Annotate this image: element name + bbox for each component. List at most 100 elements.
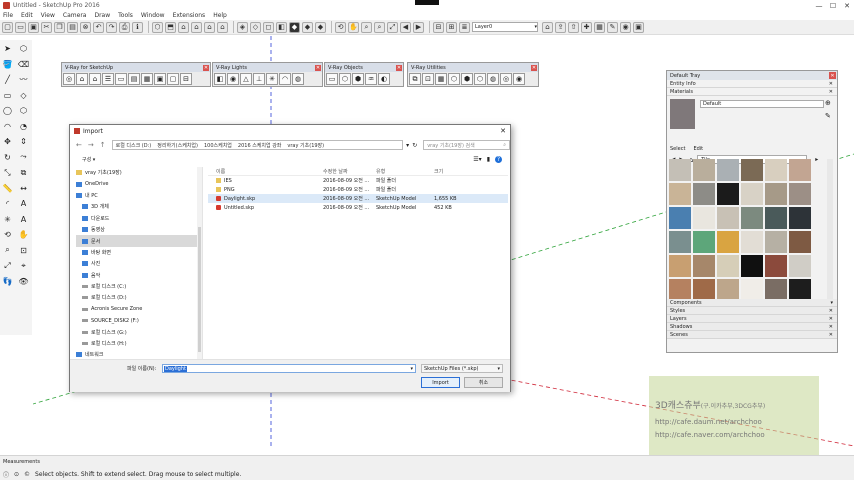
- tray-section-styles[interactable]: Styles ✕: [667, 307, 837, 315]
- zoom-window-tool-icon[interactable]: ⊡: [17, 244, 30, 257]
- nav-item[interactable]: Acronis Secure Zone: [76, 304, 202, 315]
- menu-tools[interactable]: Tools: [118, 12, 133, 19]
- follow-me-icon[interactable]: ⤳: [17, 151, 30, 164]
- paint-bucket-icon[interactable]: 🪣: [1, 58, 14, 71]
- tray-section-layers[interactable]: Layers ✕: [667, 315, 837, 323]
- shaded-textures-icon[interactable]: ◆: [302, 21, 313, 33]
- material-swatch-tile[interactable]: [789, 279, 811, 301]
- omni-light-icon[interactable]: ✳: [266, 73, 278, 85]
- chevron-down-icon[interactable]: ▾: [410, 366, 413, 372]
- erase-icon[interactable]: ⊗: [80, 21, 91, 33]
- layout-icon[interactable]: ▦: [594, 21, 605, 33]
- breadcrumb-item[interactable]: vray 기초(19장): [287, 142, 324, 149]
- utility-extra-icon[interactable]: ◉: [513, 73, 525, 85]
- eraser-icon[interactable]: ⌫: [17, 58, 30, 71]
- material-swatch[interactable]: [670, 99, 695, 129]
- menu-file[interactable]: File: [3, 12, 13, 19]
- column-type[interactable]: 유형: [376, 168, 434, 175]
- rotated-rectangle-icon[interactable]: ◇: [17, 89, 30, 102]
- close-icon[interactable]: ✕: [315, 64, 321, 71]
- nav-item-selected[interactable]: 문서: [76, 235, 202, 247]
- material-swatch-tile[interactable]: [765, 207, 787, 229]
- material-scrollbar[interactable]: [827, 159, 833, 299]
- nav-item[interactable]: 로컬 디스크 (D:): [76, 292, 202, 303]
- close-icon[interactable]: ✕: [829, 332, 833, 338]
- pan-tool-icon[interactable]: ✋: [17, 228, 30, 241]
- viewport-render-icon[interactable]: ⊡: [422, 73, 434, 85]
- vray-frame-buffer-icon[interactable]: ▭: [115, 73, 127, 85]
- credits-icon[interactable]: ©: [24, 471, 30, 478]
- material-swatch-tile[interactable]: [765, 279, 787, 301]
- material-swatch-tile[interactable]: [741, 183, 763, 205]
- monochrome-icon[interactable]: ◆: [315, 21, 326, 33]
- material-swatch-tile[interactable]: [717, 255, 739, 277]
- material-swatch-tile[interactable]: [669, 231, 691, 253]
- scrollbar-thumb[interactable]: [198, 227, 201, 352]
- material-swatch-tile[interactable]: [789, 183, 811, 205]
- vray-export-icon[interactable]: ▢: [167, 73, 179, 85]
- nav-item[interactable]: 로컬 디스크 (G:): [76, 326, 202, 337]
- column-size[interactable]: 크기: [434, 168, 474, 175]
- spot-light-icon[interactable]: △: [240, 73, 252, 85]
- new-icon[interactable]: ▢: [2, 21, 13, 33]
- close-icon[interactable]: ✕: [829, 316, 833, 322]
- polygon-icon[interactable]: ⬡: [17, 104, 30, 117]
- proxy-export-icon[interactable]: ⬡: [339, 73, 351, 85]
- zoom-extents-tool-icon[interactable]: ⤢: [1, 259, 14, 272]
- protractor-icon[interactable]: ◜: [1, 197, 14, 210]
- region-render-icon[interactable]: ▦: [435, 73, 447, 85]
- material-swatch-tile[interactable]: [789, 207, 811, 229]
- nav-item[interactable]: 네트워크: [76, 349, 202, 359]
- top-view-icon[interactable]: ⬒: [165, 21, 176, 33]
- material-swatch-tile[interactable]: [669, 183, 691, 205]
- file-row[interactable]: PNG 2016-08-09 오전 ... 파일 폴더: [208, 185, 508, 194]
- cloud-render-icon[interactable]: ⬡: [474, 73, 486, 85]
- save-icon[interactable]: ▣: [28, 21, 39, 33]
- zoom-window-icon[interactable]: ⌕: [374, 21, 385, 33]
- vray-batch-icon[interactable]: ▤: [128, 73, 140, 85]
- orbit-icon[interactable]: ⟲: [335, 21, 346, 33]
- close-window-button[interactable]: ✕: [840, 0, 854, 11]
- infinite-plane-icon[interactable]: ▭: [326, 73, 338, 85]
- tape-measure-icon[interactable]: 📏: [1, 182, 14, 195]
- dome-light-icon[interactable]: ◠: [279, 73, 291, 85]
- undo-icon[interactable]: ↶: [93, 21, 104, 33]
- menu-help[interactable]: Help: [213, 12, 227, 19]
- file-row[interactable]: Untitled.skp 2016-08-09 오전 ... SketchUp …: [208, 203, 508, 212]
- material-swatch-tile[interactable]: [741, 279, 763, 301]
- breadcrumb-item[interactable]: 로컬 디스크 (D:): [116, 142, 152, 149]
- hidden-line-icon[interactable]: ◧: [276, 21, 287, 33]
- file-row[interactable]: IES 2016-08-09 오전 ... 파일 폴더: [208, 176, 508, 185]
- warehouse-icon[interactable]: ⌂: [542, 21, 553, 33]
- material-swatch-tile[interactable]: [717, 207, 739, 229]
- back-edges-icon[interactable]: ◇: [250, 21, 261, 33]
- geo-icon[interactable]: ⊙: [14, 471, 19, 478]
- front-view-icon[interactable]: ⌂: [178, 21, 189, 33]
- minimize-button[interactable]: —: [812, 0, 826, 11]
- copy-icon[interactable]: ❐: [54, 21, 65, 33]
- layer-select[interactable]: Layer0 ▾: [472, 22, 538, 32]
- close-icon[interactable]: ✕: [396, 64, 402, 71]
- maximize-button[interactable]: ☐: [826, 0, 840, 11]
- breadcrumb-item[interactable]: 정리하기(스케치업): [157, 142, 198, 149]
- menu-window[interactable]: Window: [141, 12, 165, 19]
- material-swatch-tile[interactable]: [741, 255, 763, 277]
- nav-pane-scrollbar[interactable]: [197, 167, 202, 359]
- axes-icon[interactable]: ✳: [1, 213, 14, 226]
- shaded-icon[interactable]: ◆: [289, 21, 300, 33]
- refresh-icon[interactable]: ↻: [412, 142, 417, 149]
- material-swatch-tile[interactable]: [669, 159, 691, 181]
- share-component-icon[interactable]: ⇧: [568, 21, 579, 33]
- dimension-icon[interactable]: ↔: [17, 182, 30, 195]
- ruby-console-icon[interactable]: ◉: [620, 21, 631, 33]
- cancel-button[interactable]: 취소: [464, 377, 503, 388]
- denoiser-icon[interactable]: ◎: [500, 73, 512, 85]
- sample-paint-icon[interactable]: ✎: [825, 112, 831, 120]
- material-swatch-tile[interactable]: [693, 231, 715, 253]
- nav-item[interactable]: OneDrive: [76, 178, 202, 189]
- up-arrow-icon[interactable]: ↑: [100, 141, 106, 149]
- chevron-down-icon[interactable]: ▾: [406, 142, 409, 149]
- material-swatch-tile[interactable]: [717, 231, 739, 253]
- nav-item[interactable]: 다운로드: [76, 213, 202, 224]
- menu-camera[interactable]: Camera: [63, 12, 87, 19]
